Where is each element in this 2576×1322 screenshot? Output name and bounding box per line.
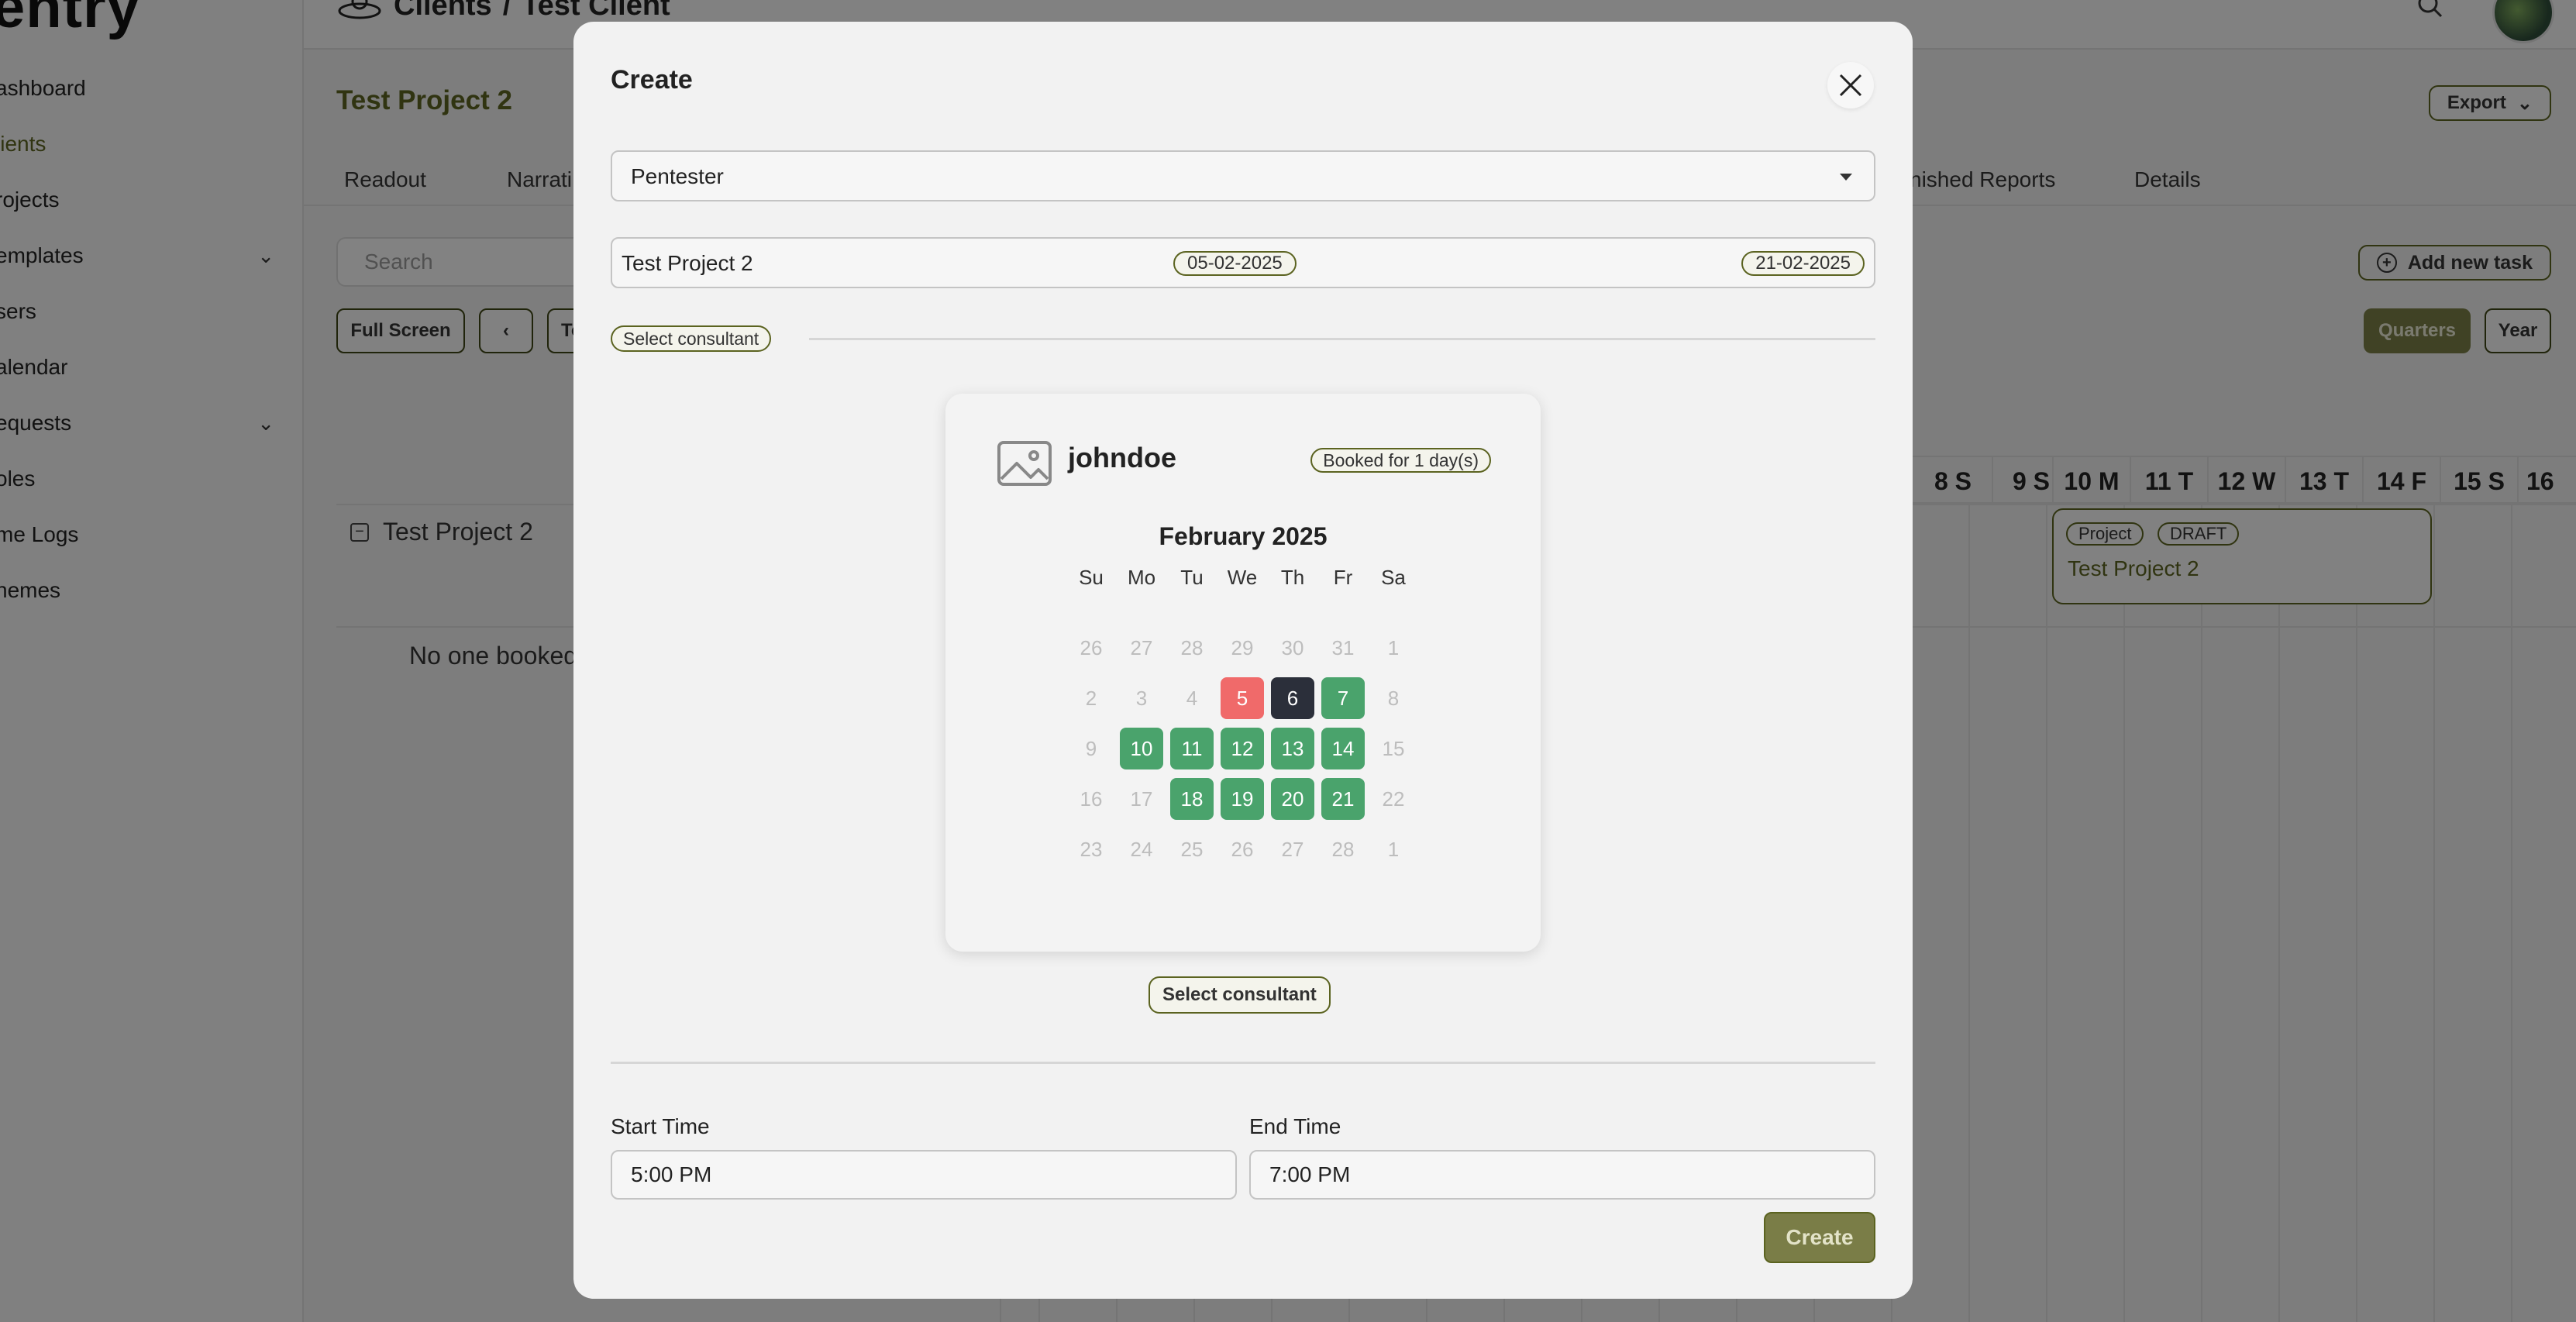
divider [809,338,1875,340]
create-modal: Create Pentester Test Project 2 05-02-20… [573,22,1913,1299]
calendar-day[interactable]: 6 [1271,677,1314,719]
calendar-day: 23 [1080,837,1103,861]
calendar-day[interactable]: 5 [1221,677,1264,719]
create-button[interactable]: Create [1764,1212,1875,1263]
calendar-day: 27 [1281,837,1304,861]
end-time-label: End Time [1249,1114,1341,1138]
calendar-day: 15 [1382,736,1405,760]
calendar-day: 8 [1387,686,1400,710]
calendar-day: 28 [1180,635,1204,659]
calendar-day: 31 [1331,635,1355,659]
calendar-day[interactable]: 12 [1221,728,1264,769]
consultant-username: johndoe [1068,442,1176,473]
weekday-label: Sa [1381,566,1406,589]
calendar-day: 29 [1231,635,1254,659]
calendar-day: 1 [1387,635,1400,659]
calendar-day: 9 [1085,736,1097,760]
calendar-day: 30 [1281,635,1304,659]
close-icon [1839,74,1862,97]
weekday-label: Th [1280,566,1305,589]
calendar-day: 17 [1130,787,1153,811]
weekday-label: Su [1079,566,1104,589]
calendar-day[interactable]: 18 [1170,778,1214,820]
calendar-day[interactable]: 21 [1321,778,1365,820]
consultant-card[interactable]: johndoe Booked for 1 day(s) February 202… [945,394,1541,952]
calendar-day[interactable]: 14 [1321,728,1365,769]
calendar-day: 28 [1331,837,1355,861]
calendar-day[interactable]: 20 [1271,778,1314,820]
weekday-label: We [1227,566,1258,589]
select-consultant-button[interactable]: Select consultant [1149,976,1331,1014]
role-select-value: Pentester [631,164,724,188]
calendar-day: 16 [1080,787,1103,811]
weekday-label: Mo [1127,566,1156,589]
weekday-label: Fr [1333,566,1353,589]
calendar-day[interactable]: 13 [1271,728,1314,769]
start-time-label: Start Time [611,1114,710,1138]
calendar-day: 26 [1080,635,1103,659]
calendar-day: 27 [1130,635,1153,659]
role-select[interactable]: Pentester [611,150,1875,201]
calendar-day[interactable]: 10 [1120,728,1163,769]
start-date-badge: 05-02-2025 [1173,251,1297,276]
project-name: Test Project 2 [622,251,753,275]
booked-badge: Booked for 1 day(s) [1310,448,1491,473]
calendar-day[interactable]: 11 [1170,728,1214,769]
calendar-day: 1 [1387,837,1400,861]
calendar-day[interactable]: 7 [1321,677,1365,719]
caret-down-icon [1840,174,1852,181]
calendar-day: 4 [1186,686,1198,710]
end-date-badge: 21-02-2025 [1741,251,1865,276]
calendar-day: 3 [1135,686,1148,710]
project-field[interactable]: Test Project 2 05-02-2025 21-02-2025 [611,237,1875,288]
divider [611,1062,1875,1064]
start-time-input[interactable]: 5:00 PM [611,1150,1237,1200]
modal-title: Create [611,65,693,95]
calendar-day[interactable]: 19 [1221,778,1264,820]
calendar-day: 2 [1085,686,1097,710]
calendar-day: 26 [1231,837,1254,861]
end-time-input[interactable]: 7:00 PM [1249,1150,1875,1200]
calendar-day: 22 [1382,787,1405,811]
calendar-day: 25 [1180,837,1204,861]
close-button[interactable] [1827,62,1874,108]
select-consultant-label: Select consultant [611,325,772,352]
weekday-label: Tu [1180,566,1204,589]
calendar-month: February 2025 [1159,522,1328,550]
calendar-day: 24 [1130,837,1153,861]
image-placeholder-icon [997,441,1052,486]
